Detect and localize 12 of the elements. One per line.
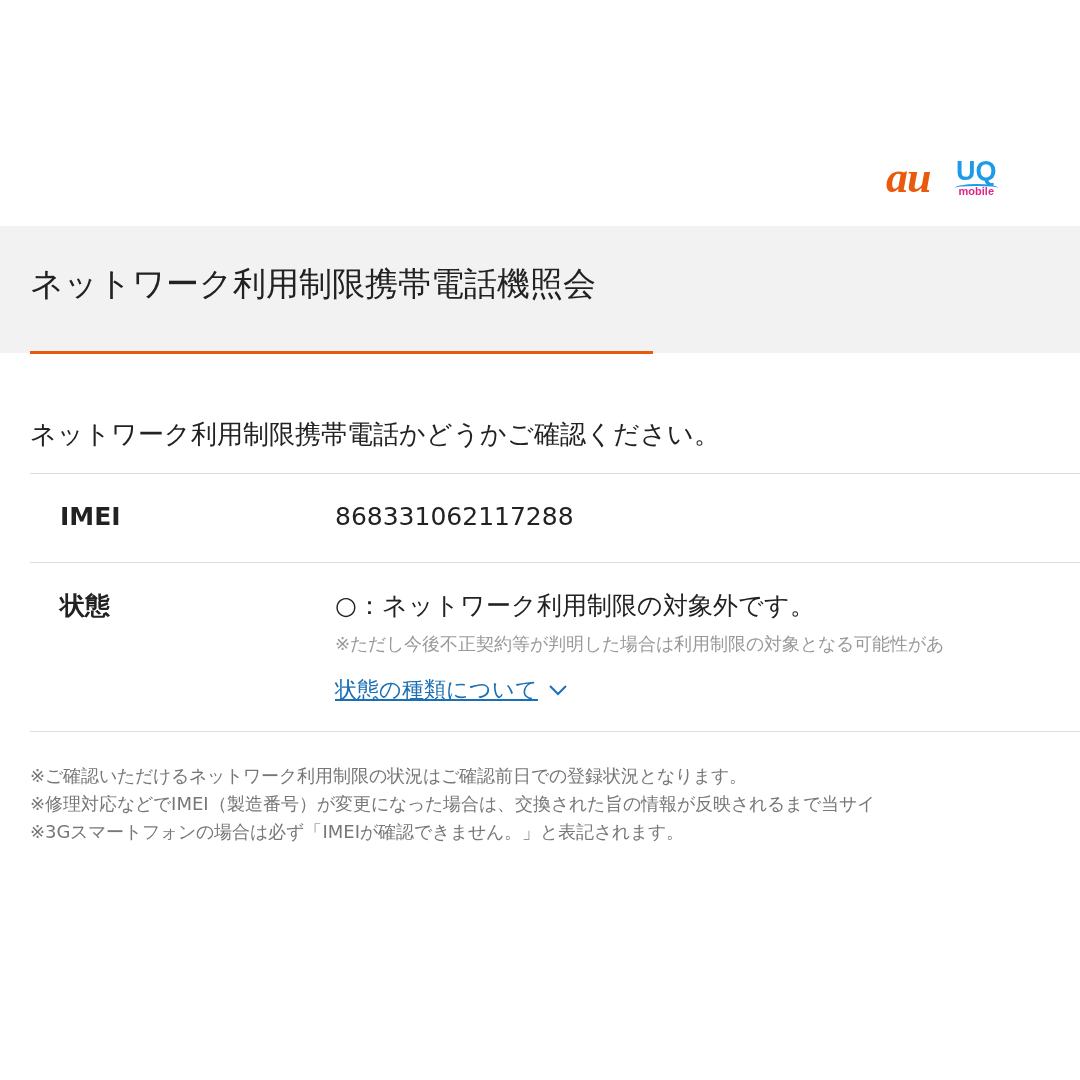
row-label: IMEI xyxy=(59,501,122,533)
intro-text: ネットワーク利用制限携帯電話かどうかご確認ください。 xyxy=(30,418,721,451)
row-value: 868331062117288 xyxy=(335,501,574,533)
footnote: ※3Gスマートフォンの場合は必ず「IMEIが確認できません。」と表記されます。 xyxy=(30,820,685,844)
row-value: ○：ネットワーク利用制限の対象外です。 xyxy=(335,590,816,622)
note-text: ※ただし今後不正契約等が判明した場合は利用制限の対象となる可能性があ xyxy=(335,632,945,656)
footnote: ※修理対応などでIMEI（製造番号）が変更になった場合は、交換された旨の情報が反映されるまで当サイ xyxy=(30,792,876,816)
row-label: 状態 xyxy=(58,590,111,622)
au-logo: au xyxy=(886,158,931,198)
footnote: ※ご確認いただけるネットワーク利用制限の状況はご確認前日での登録状況となります。 xyxy=(30,764,749,788)
uq-logo: UQ mobile xyxy=(954,158,998,197)
page-title: ネットワーク利用制限携帯電話機照会 xyxy=(30,262,653,354)
